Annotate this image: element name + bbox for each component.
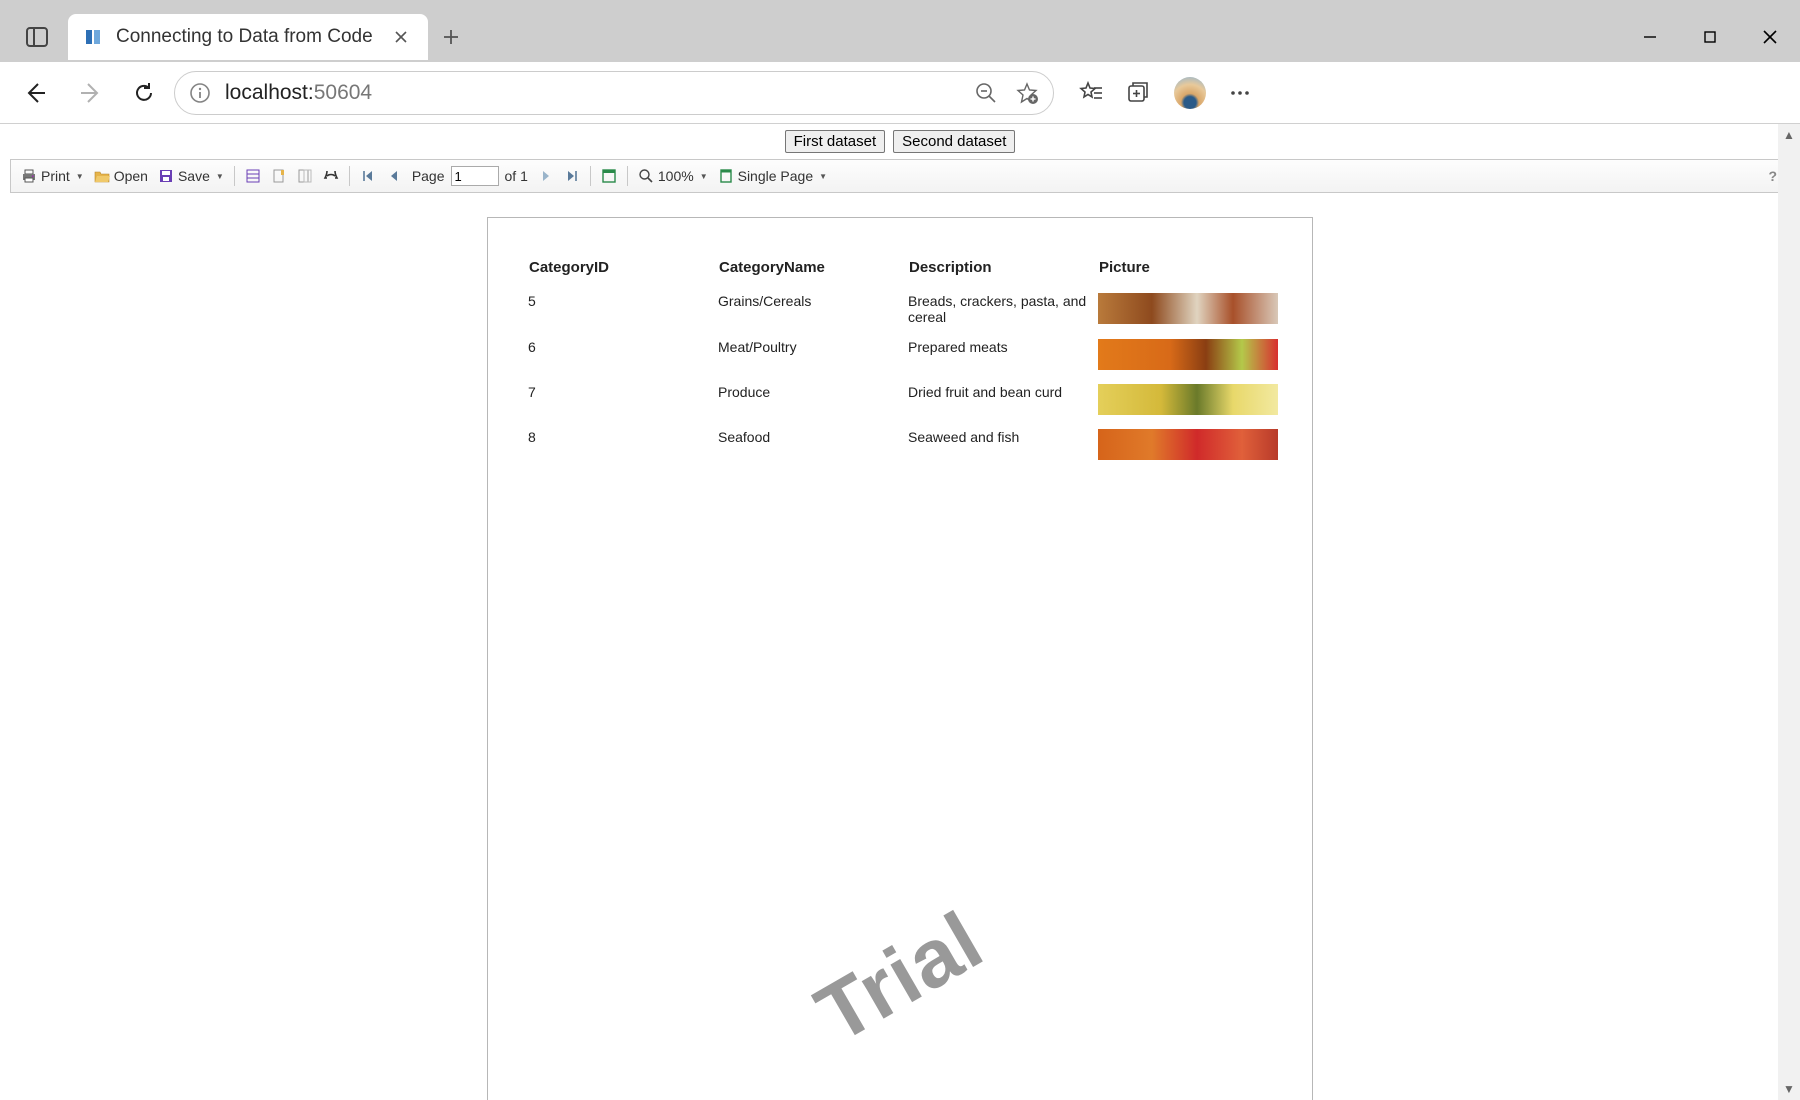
thumbnails-icon[interactable] <box>241 163 265 189</box>
print-button[interactable]: Print▼ <box>17 163 88 189</box>
next-page-button[interactable] <box>534 163 558 189</box>
report-page: CategoryID CategoryName Description Pict… <box>487 217 1313 1100</box>
fullscreen-icon[interactable] <box>597 163 621 189</box>
url-text: localhost:50604 <box>225 81 372 105</box>
report-table: CategoryID CategoryName Description Pict… <box>528 258 1278 467</box>
nav-refresh-button[interactable] <box>120 69 168 117</box>
col-header-id: CategoryID <box>528 258 718 286</box>
scroll-up-icon[interactable]: ▲ <box>1778 124 1800 146</box>
col-header-pic: Picture <box>1098 258 1278 286</box>
tab-title: Connecting to Data from Code <box>116 26 376 48</box>
row-picture <box>1098 384 1278 415</box>
save-button[interactable]: Save▼ <box>154 163 228 189</box>
new-tab-button[interactable] <box>428 14 474 60</box>
table-row: 8 Seafood Seaweed and fish <box>528 422 1278 467</box>
last-page-button[interactable] <box>560 163 584 189</box>
find-icon[interactable] <box>319 163 343 189</box>
zoom-dropdown[interactable]: 100%▼ <box>634 163 712 189</box>
window-close-button[interactable] <box>1740 14 1800 60</box>
second-dataset-button[interactable]: Second dataset <box>893 130 1015 153</box>
browser-tab-strip: Connecting to Data from Code <box>0 0 1800 62</box>
col-header-desc: Description <box>908 258 1098 286</box>
address-bar[interactable]: localhost:50604 <box>174 71 1054 115</box>
open-button[interactable]: Open <box>90 163 152 189</box>
prev-page-button[interactable] <box>382 163 406 189</box>
vertical-scrollbar[interactable]: ▲ ▼ <box>1778 124 1800 1100</box>
table-row: 5 Grains/Cereals Breads, crackers, pasta… <box>528 286 1278 332</box>
report-toolbar: Print▼ Open Save▼ Page <box>10 159 1790 193</box>
table-row: 7 Produce Dried fruit and bean curd <box>528 377 1278 422</box>
caret-down-icon: ▼ <box>76 172 84 181</box>
nav-back-button[interactable] <box>12 69 60 117</box>
site-info-icon[interactable] <box>189 82 211 104</box>
parameters-icon[interactable] <box>293 163 317 189</box>
caret-down-icon: ▼ <box>216 172 224 181</box>
browser-tab[interactable]: Connecting to Data from Code <box>68 14 428 60</box>
bookmarks-icon[interactable] <box>267 163 291 189</box>
collections-icon[interactable] <box>1126 80 1152 106</box>
caret-down-icon: ▼ <box>819 172 827 181</box>
zoom-indicator-icon[interactable] <box>975 82 997 104</box>
first-page-button[interactable] <box>356 163 380 189</box>
trial-watermark: Trial <box>801 894 998 1062</box>
view-mode-dropdown[interactable]: Single Page▼ <box>714 163 831 189</box>
favorites-list-icon[interactable] <box>1078 80 1104 106</box>
row-picture <box>1098 293 1278 324</box>
report-canvas: CategoryID CategoryName Description Pict… <box>0 193 1800 1100</box>
profile-avatar[interactable] <box>1174 77 1206 109</box>
settings-menu-icon[interactable] <box>1228 81 1252 105</box>
window-maximize-button[interactable] <box>1680 14 1740 60</box>
table-row: 6 Meat/Poultry Prepared meats <box>528 332 1278 377</box>
row-picture <box>1098 429 1278 460</box>
nav-forward-button[interactable] <box>66 69 114 117</box>
scroll-down-icon[interactable]: ▼ <box>1778 1078 1800 1100</box>
caret-down-icon: ▼ <box>700 172 708 181</box>
col-header-name: CategoryName <box>718 258 908 286</box>
row-picture <box>1098 339 1278 370</box>
favorites-add-icon[interactable] <box>1015 81 1039 105</box>
window-minimize-button[interactable] <box>1620 14 1680 60</box>
first-dataset-button[interactable]: First dataset <box>785 130 886 153</box>
browser-nav-bar: localhost:50604 <box>0 62 1800 124</box>
tab-close-icon[interactable] <box>390 26 412 48</box>
tab-actions-icon[interactable] <box>12 12 62 62</box>
page-number-input[interactable] <box>451 166 499 186</box>
page-viewport: First dataset Second dataset Print▼ Open… <box>0 124 1800 1100</box>
favicon-icon <box>84 28 102 46</box>
page-indicator: Page of 1 <box>408 163 532 189</box>
dataset-button-row: First dataset Second dataset <box>0 124 1800 159</box>
